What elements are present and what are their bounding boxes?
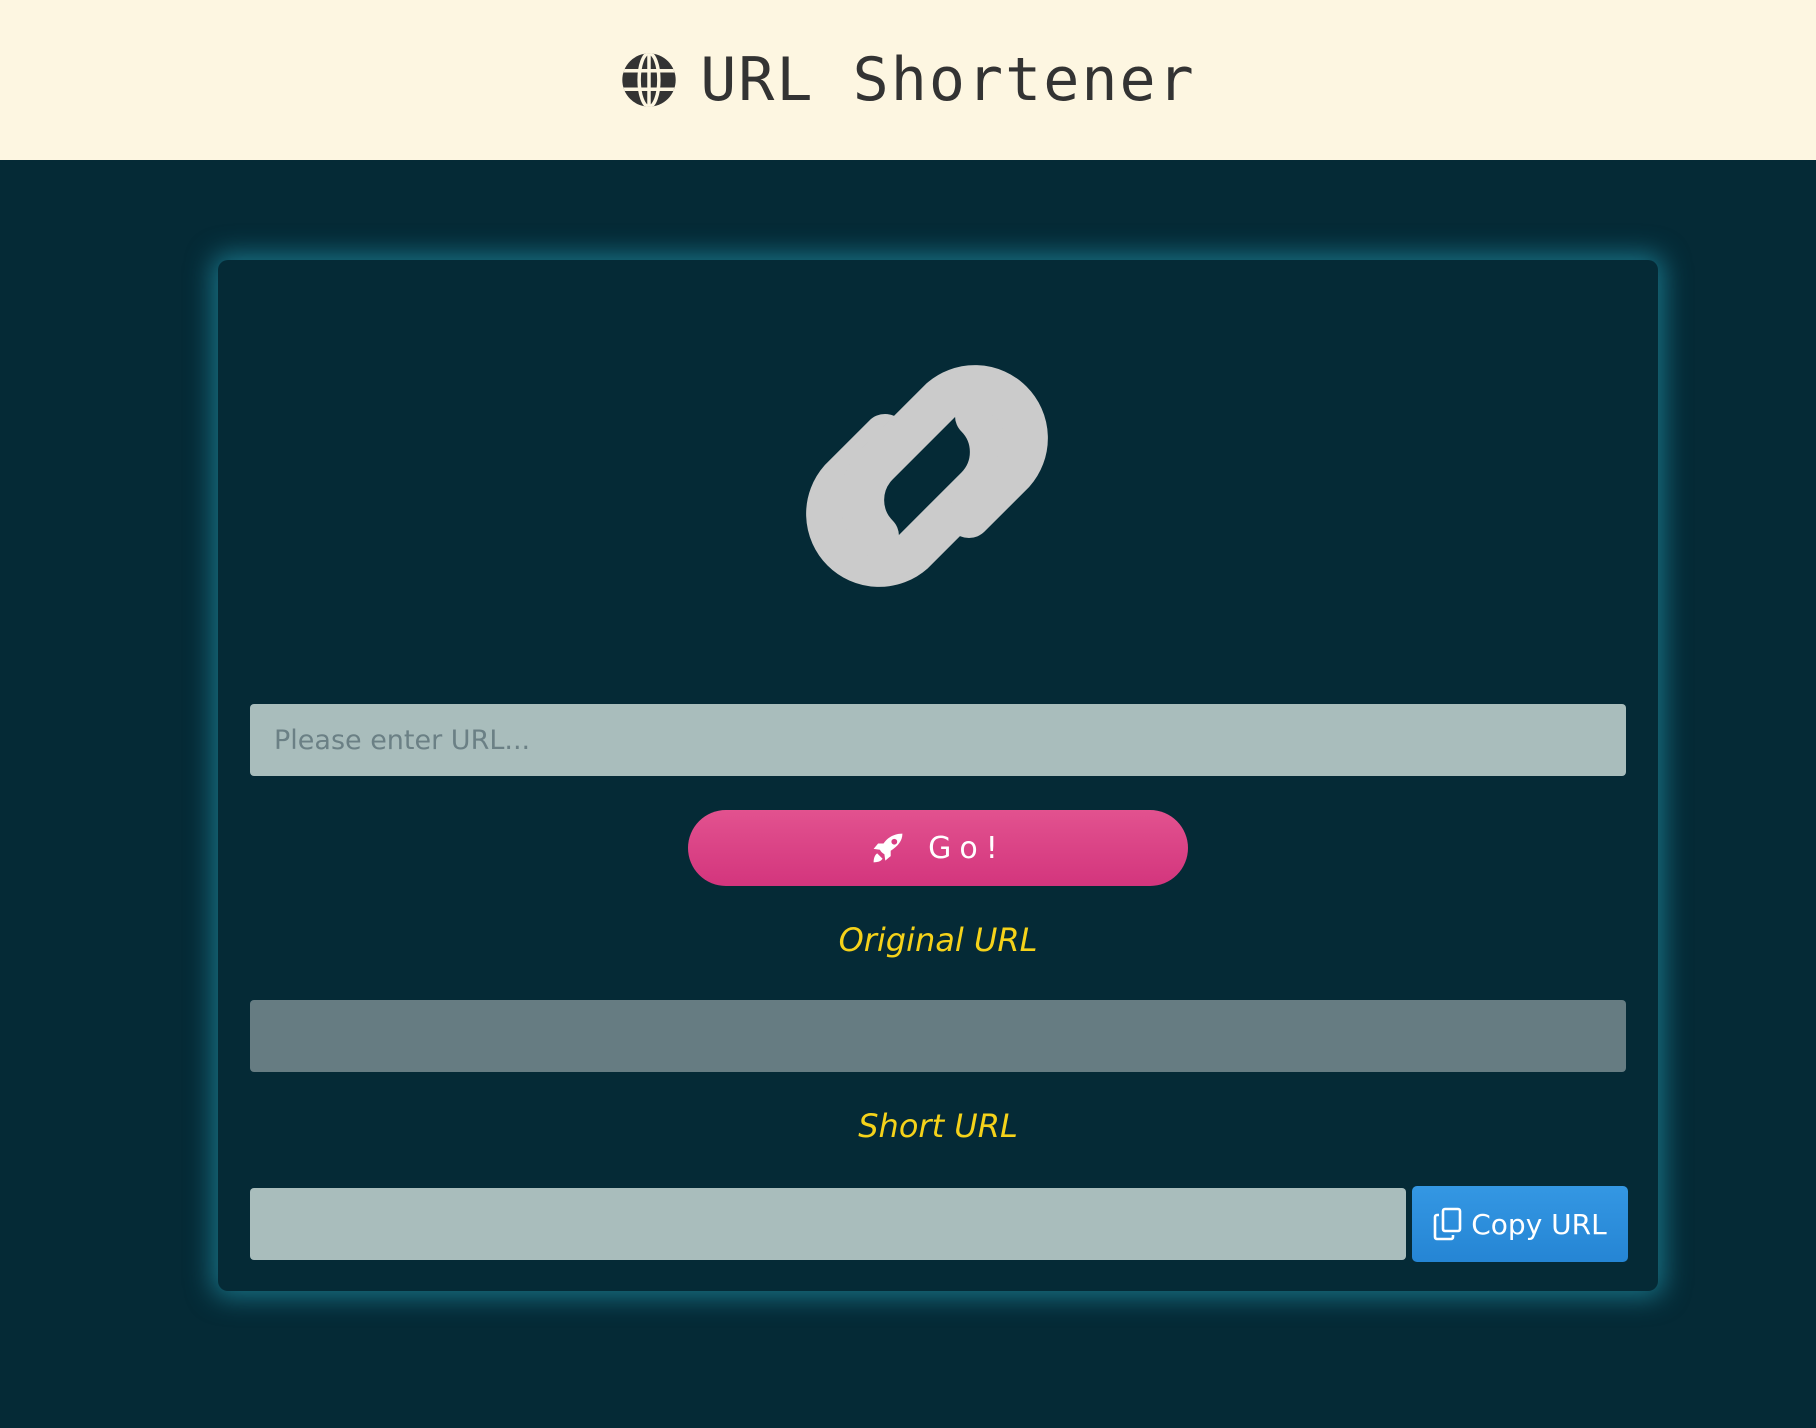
copy-url-button[interactable]: Copy URL [1412,1186,1628,1262]
short-url-field[interactable] [250,1188,1406,1260]
app-title: URL Shortener [700,45,1196,115]
original-url-field[interactable] [250,1000,1626,1072]
copy-url-button-label: Copy URL [1471,1207,1607,1241]
go-button-label: Go! [928,830,1006,866]
rocket-icon [873,833,903,863]
original-url-label: Original URL [838,921,1038,959]
short-url-label: Short URL [858,1107,1018,1145]
copy-icon [1433,1207,1462,1241]
shortener-card: Go! Original URL Short URL Copy URL [218,260,1658,1291]
globe-icon [622,53,676,107]
app-header: URL Shortener [0,0,1816,160]
link-icon [806,365,1048,587]
go-button[interactable]: Go! [688,810,1188,886]
url-input[interactable] [250,704,1626,776]
